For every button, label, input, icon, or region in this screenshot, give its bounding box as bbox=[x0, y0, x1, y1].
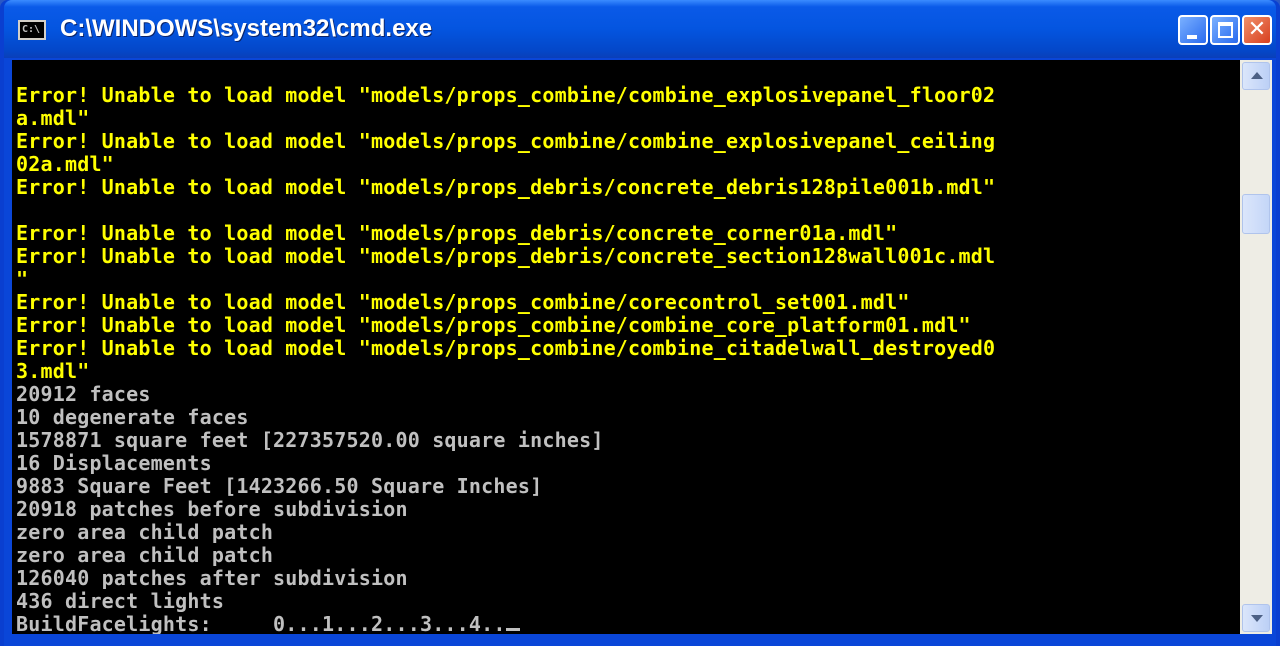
console-line: Error! Unable to load model "models/prop… bbox=[16, 175, 996, 199]
text-cursor bbox=[505, 628, 520, 631]
maximize-button[interactable] bbox=[1210, 15, 1240, 45]
console-line: " bbox=[16, 267, 29, 291]
console-line: Error! Unable to load model "models/prop… bbox=[16, 244, 996, 268]
arrow-down-icon bbox=[1251, 615, 1263, 622]
scroll-down-button[interactable] bbox=[1242, 604, 1270, 632]
console-line: Error! Unable to load model "models/prop… bbox=[16, 313, 971, 337]
console-output[interactable]: Error! Unable to load model "models/prop… bbox=[12, 60, 1240, 634]
console-line: 436 direct lights bbox=[16, 589, 225, 613]
vertical-scrollbar[interactable] bbox=[1240, 60, 1272, 634]
scroll-thumb[interactable] bbox=[1242, 194, 1270, 235]
console-line: Error! Unable to load model "models/prop… bbox=[16, 129, 996, 153]
console-line: zero area child patch bbox=[16, 520, 274, 544]
console-line: Error! Unable to load model "models/prop… bbox=[16, 336, 996, 360]
console-line: zero area child patch bbox=[16, 543, 274, 567]
console-line: 20912 faces bbox=[16, 382, 151, 406]
cmd-window: C:\ C:\WINDOWS\system32\cmd.exe ✕ Error!… bbox=[0, 0, 1280, 646]
console-line: 3.mdl" bbox=[16, 359, 90, 383]
maximize-icon bbox=[1218, 22, 1233, 38]
window-bottom-border bbox=[4, 634, 1276, 646]
title-bar[interactable]: C:\ C:\WINDOWS\system32\cmd.exe ✕ bbox=[4, 0, 1276, 58]
minimize-icon bbox=[1187, 35, 1197, 39]
window-title: C:\WINDOWS\system32\cmd.exe bbox=[60, 15, 433, 42]
console-line: Error! Unable to load model "models/prop… bbox=[16, 290, 910, 314]
console-line: 1578871 square feet [227357520.00 square… bbox=[16, 428, 604, 452]
console-line: 20918 patches before subdivision bbox=[16, 497, 408, 521]
console-line: 9883 Square Feet [1423266.50 Square Inch… bbox=[16, 474, 543, 498]
cmd-console-icon[interactable]: C:\ bbox=[18, 20, 46, 40]
arrow-up-icon bbox=[1251, 72, 1263, 79]
minimize-button[interactable] bbox=[1178, 15, 1208, 45]
console-line: BuildFacelights: 0...1...2...3...4.. bbox=[16, 613, 995, 634]
console-line: Error! Unable to load model "models/prop… bbox=[16, 221, 898, 245]
console-line: 02a.mdl" bbox=[16, 152, 114, 176]
console-line: 10 degenerate faces bbox=[16, 405, 249, 429]
console-line: a.mdl" bbox=[16, 106, 90, 130]
console-text: Error! Unable to load model "models/prop… bbox=[16, 83, 996, 635]
close-button[interactable]: ✕ bbox=[1242, 15, 1272, 45]
console-line: 126040 patches after subdivision bbox=[16, 566, 408, 590]
console-line: Error! Unable to load model "models/prop… bbox=[16, 83, 996, 107]
scroll-up-button[interactable] bbox=[1242, 62, 1270, 90]
console-line: 16 Displacements bbox=[16, 451, 212, 475]
close-icon: ✕ bbox=[1247, 17, 1267, 42]
